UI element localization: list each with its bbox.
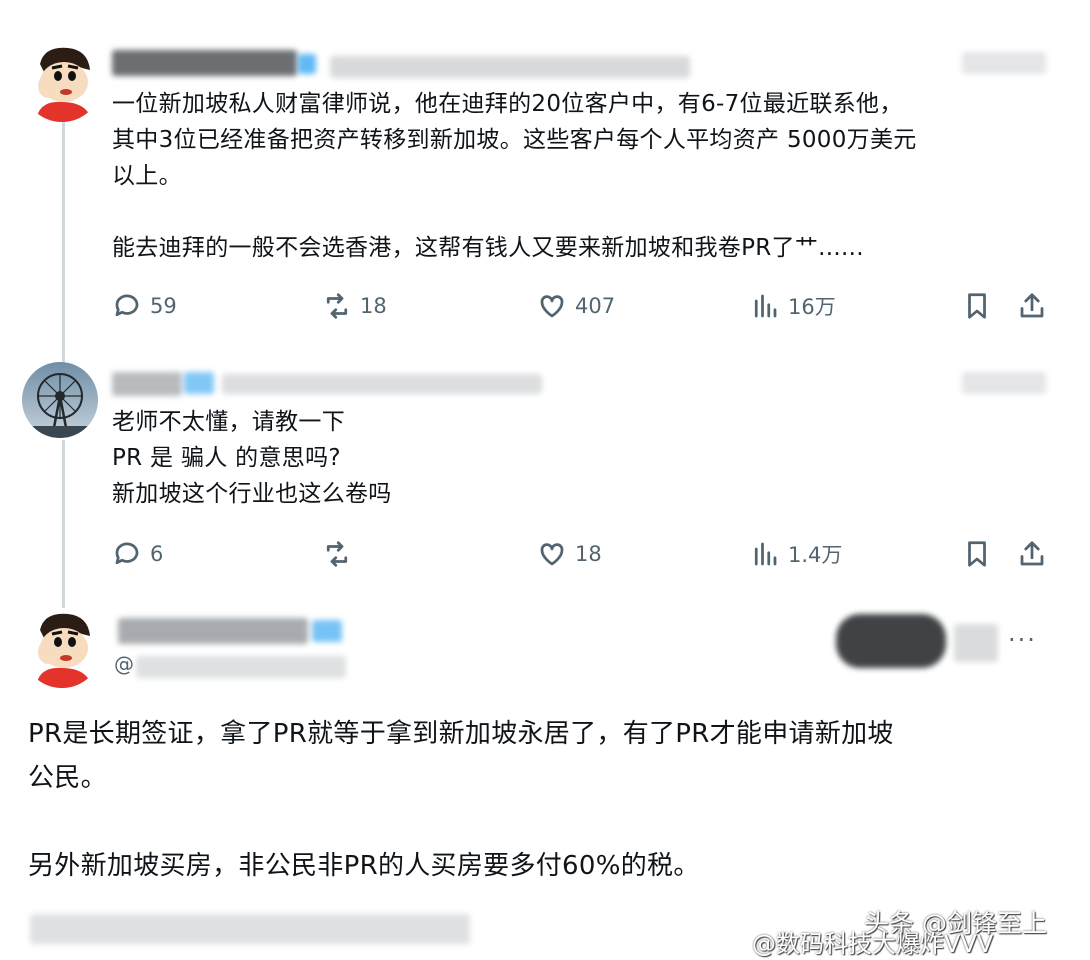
- bookmark-button[interactable]: [962, 536, 992, 572]
- more-icon[interactable]: [962, 372, 1046, 394]
- reply-icon: [115, 294, 139, 317]
- repost-icon: [326, 293, 348, 319]
- like-icon: [540, 295, 564, 318]
- reply-button[interactable]: 6: [112, 536, 163, 572]
- repost-button[interactable]: 18: [322, 288, 387, 324]
- watermark-line2: @数码科技大爆炸VVV: [752, 930, 994, 958]
- post-text: 老师不太懂，请教一下 PR 是 骗人 的意思吗? 新加坡这个行业也这么卷吗: [112, 409, 392, 507]
- reply-count: 6: [150, 542, 164, 566]
- handle-at: @: [114, 652, 136, 676]
- share-button[interactable]: [1017, 288, 1047, 324]
- share-button[interactable]: [1017, 536, 1047, 572]
- action-bar: 59 18 407 16万: [112, 288, 1052, 324]
- avatar[interactable]: [22, 42, 102, 122]
- avatar[interactable]: [22, 362, 98, 438]
- like-icon: [540, 543, 564, 566]
- reply-button[interactable]: 59: [112, 288, 177, 324]
- thread-line: [62, 440, 65, 608]
- repost-icon: [326, 541, 348, 567]
- like-button[interactable]: 407: [537, 288, 615, 324]
- views-icon: [754, 294, 777, 318]
- post-text: PR是长期签证，拿了PR就等于拿到新加坡永居了，有了PR才能申请新加坡 公民。 …: [28, 719, 894, 881]
- share-icon: [1020, 541, 1044, 566]
- reply-icon: [115, 542, 139, 565]
- bookmark-button[interactable]: [962, 288, 992, 324]
- views-icon: [754, 542, 777, 566]
- post-text: 一位新加坡私人财富律师说，他在迪拜的20位客户中，有6-7位最近联系他， 其中3…: [112, 91, 917, 261]
- thread-line: [62, 122, 65, 362]
- more-icon[interactable]: [962, 52, 1046, 74]
- repost-count: 18: [360, 294, 387, 318]
- action-bar: 6 18 1.4万: [112, 536, 1052, 572]
- reply-count: 59: [150, 294, 177, 318]
- like-button[interactable]: 18: [537, 536, 602, 572]
- like-count: 18: [575, 542, 602, 566]
- views-count: 1.4万: [788, 543, 843, 567]
- views-button[interactable]: 16万: [750, 288, 836, 324]
- like-count: 407: [575, 294, 616, 318]
- more-icon[interactable]: ···: [1008, 626, 1037, 654]
- views-count: 16万: [788, 295, 836, 319]
- repost-button[interactable]: [322, 536, 360, 572]
- views-button[interactable]: 1.4万: [750, 536, 842, 572]
- share-icon: [1020, 293, 1044, 318]
- bookmark-icon: [968, 293, 986, 319]
- bookmark-icon: [968, 541, 986, 567]
- avatar[interactable]: [22, 608, 102, 688]
